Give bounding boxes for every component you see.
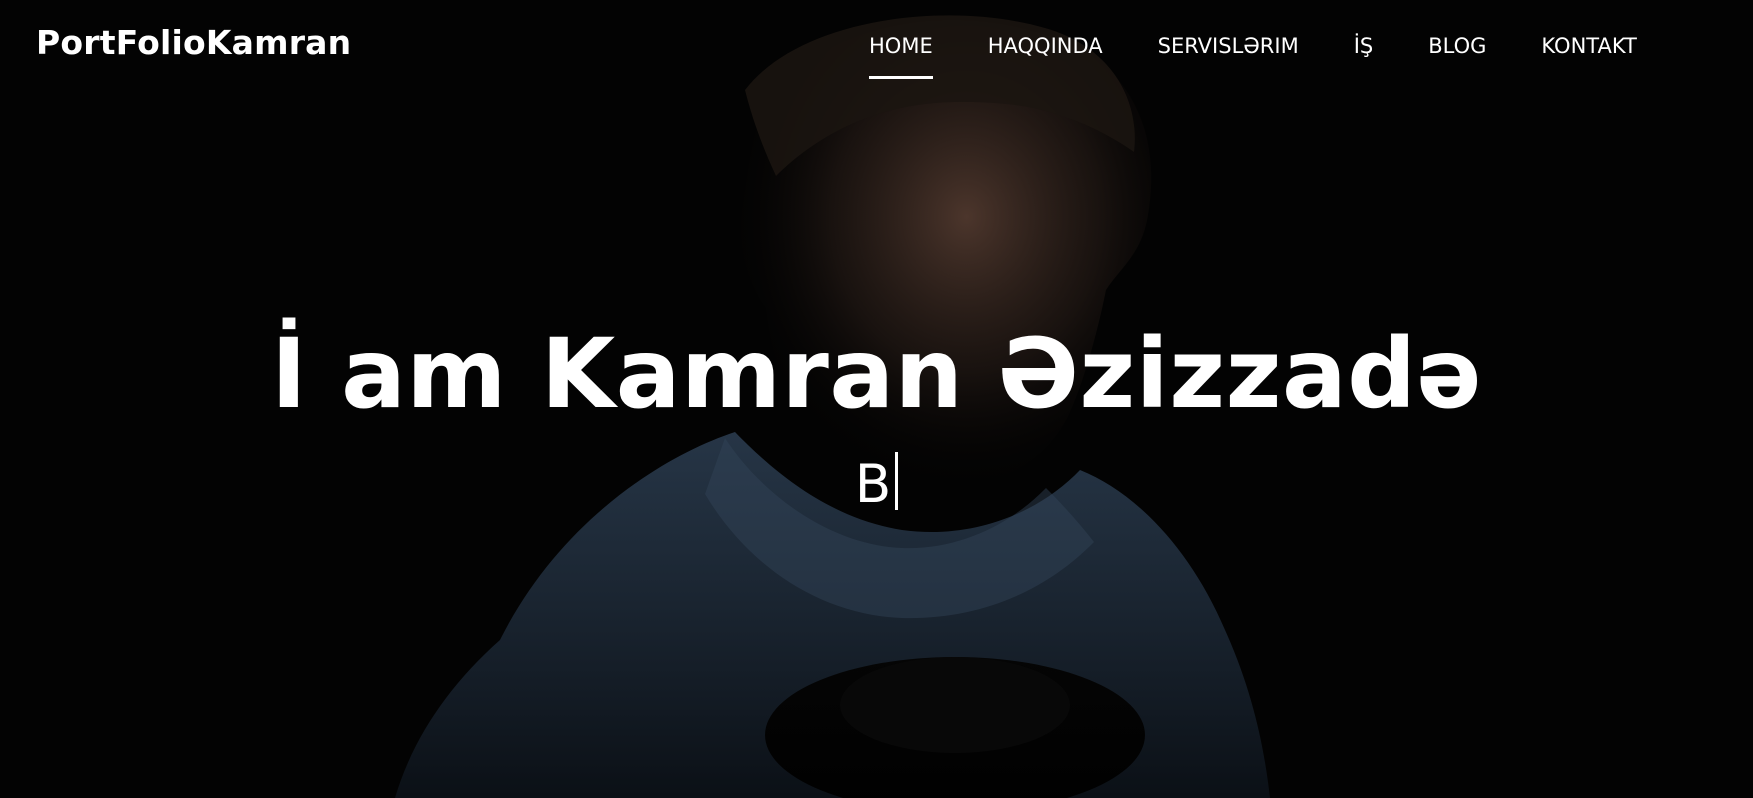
- typing-cursor: [895, 452, 899, 510]
- typed-role-text: B: [854, 454, 892, 515]
- nav-item-haqqinda[interactable]: HAQQINDA: [988, 36, 1103, 57]
- nav-item-blog[interactable]: BLOG: [1428, 36, 1486, 57]
- site-brand[interactable]: PortFolioKamran: [36, 26, 351, 59]
- top-navigation: PortFolioKamran HOME HAQQINDA SERVISLƏRI…: [0, 0, 1753, 102]
- hero-section: PortFolioKamran HOME HAQQINDA SERVISLƏRI…: [0, 0, 1753, 798]
- nav-item-is[interactable]: İŞ: [1354, 36, 1374, 57]
- main-menu: HOME HAQQINDA SERVISLƏRIM İŞ BLOG KONTAK…: [869, 36, 1637, 79]
- nav-item-kontakt[interactable]: KONTAKT: [1541, 36, 1636, 57]
- hero-headline: İ am Kamran Əzizzadə: [270, 318, 1483, 431]
- nav-item-servislerim[interactable]: SERVISLƏRIM: [1158, 36, 1299, 57]
- typed-role-line: B: [0, 452, 1753, 511]
- nav-item-home[interactable]: HOME: [869, 36, 933, 79]
